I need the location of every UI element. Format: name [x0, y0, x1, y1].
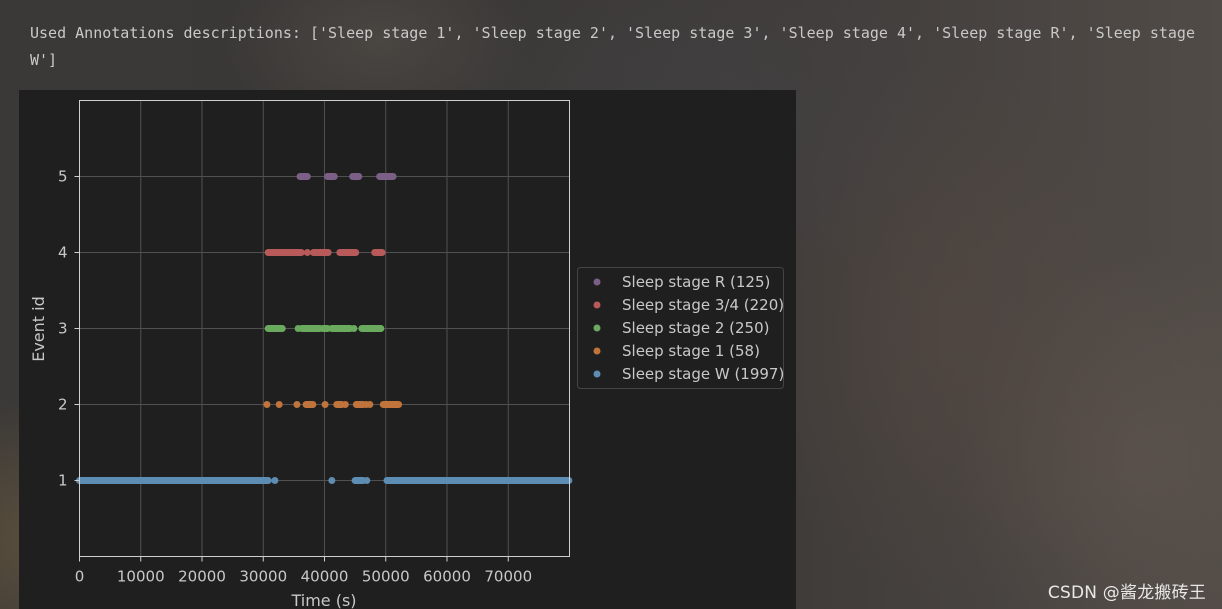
legend-entry: Sleep stage W (1997): [622, 365, 784, 383]
x-axis-label: Time (s): [290, 591, 356, 609]
legend-entry: Sleep stage R (125): [622, 273, 770, 291]
x-tick-label: 70000: [484, 568, 532, 586]
cell-output-text: Used Annotations descriptions: ['Sleep s…: [30, 24, 1204, 69]
y-tick-label: 3: [58, 320, 68, 338]
legend-marker: [593, 324, 601, 332]
plot-figure: 0 10000 20000 30000 40000 50000 60000 70000 1 2 3 4…: [19, 90, 796, 609]
event-point: [350, 325, 358, 332]
x-tick-label: 10000: [117, 568, 165, 586]
event-point: [328, 477, 336, 484]
x-tick-label: 30000: [239, 568, 287, 586]
event-point: [321, 401, 329, 408]
scatter-plot: 0 10000 20000 30000 40000 50000 60000 70000 1 2 3 4…: [29, 100, 784, 609]
x-tick-label: 0: [75, 568, 85, 586]
legend-entry: Sleep stage 3/4 (220): [622, 296, 784, 314]
y-tick-label: 2: [58, 396, 68, 414]
series-3: [264, 325, 385, 332]
y-tick-label: 4: [58, 244, 68, 262]
event-point: [293, 401, 301, 408]
event-point: [263, 401, 271, 408]
y-axis-label: Event id: [29, 296, 48, 362]
x-tick-label: 50000: [362, 568, 410, 586]
x-tick-label: 60000: [423, 568, 471, 586]
legend-marker: [593, 347, 601, 355]
x-tick-label: 40000: [301, 568, 349, 586]
event-point: [303, 249, 311, 256]
event-point: [271, 477, 279, 484]
legend-marker: [593, 370, 601, 378]
y-tick-label: 5: [58, 168, 68, 186]
event-point: [363, 477, 371, 484]
chart-legend: Sleep stage R (125) Sleep stage 3/4 (220)…: [577, 267, 784, 389]
event-point: [341, 401, 349, 408]
legend-marker: [593, 278, 601, 286]
y-tick-label: 1: [58, 472, 68, 490]
ticks-layer: 0 10000 20000 30000 40000 50000 60000 70000 1 2 3 4…: [58, 168, 532, 586]
event-point: [366, 401, 374, 408]
event-point: [275, 401, 283, 408]
legend-entry: Sleep stage 1 (58): [622, 342, 760, 360]
watermark-text: CSDN @酱龙搬砖王: [1047, 583, 1206, 603]
x-tick-label: 20000: [178, 568, 226, 586]
legend-marker: [593, 301, 601, 309]
legend-entry: Sleep stage 2 (250): [622, 319, 770, 337]
event-point: [294, 325, 302, 332]
